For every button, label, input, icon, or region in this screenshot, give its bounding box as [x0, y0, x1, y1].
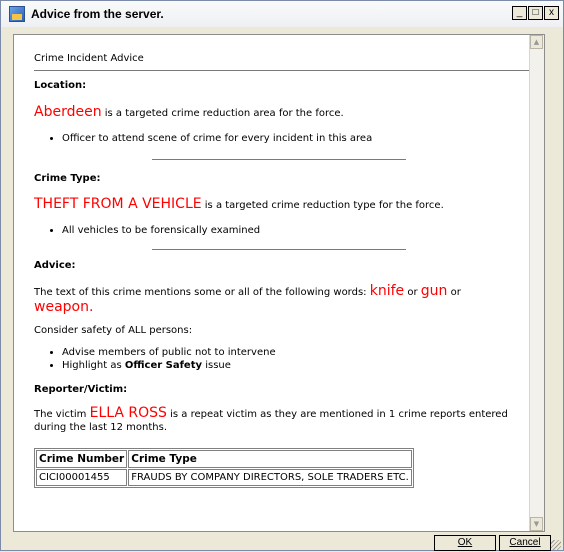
table-row: CICI00001455 FRAUDS BY COMPANY DIRECTORS…	[36, 469, 412, 486]
crime-number-cell: CICI00001455	[36, 469, 128, 486]
keyword-weapon: weapon	[34, 299, 89, 315]
keyword-period: .	[88, 299, 94, 315]
vertical-scrollbar[interactable]: ▲ ▼	[529, 35, 544, 531]
cancel-button[interactable]: Cancel	[499, 535, 551, 551]
crime-type-title: Crime Type:	[34, 173, 101, 184]
section-divider	[152, 159, 406, 160]
location-line: Aberdeen is a targeted crime reduction a…	[34, 104, 520, 120]
officer-safety-label: Officer Safety	[124, 360, 203, 371]
advice-consider: Consider safety of ALL persons:	[34, 325, 193, 336]
crime-type-text: is a targeted crime reduction type for t…	[204, 200, 444, 211]
reporter-pre: The victim	[34, 409, 87, 420]
advice-content-panel[interactable]: Crime Incident Advice Location: Aberdeen…	[13, 34, 545, 532]
table-header-row: Crime Number Crime Type	[36, 450, 412, 468]
location-bullets: Officer to attend scene of crime for eve…	[34, 132, 520, 145]
section-divider	[152, 249, 406, 250]
scroll-up-icon[interactable]: ▲	[530, 35, 543, 49]
reporter-line: The victim ELLA ROSS is a repeat victim …	[34, 405, 520, 434]
document-heading: Crime Incident Advice	[34, 53, 144, 64]
ok-button[interactable]: OK	[434, 535, 496, 551]
crime-type-bullets: All vehicles to be forensically examined	[34, 224, 520, 237]
app-icon	[9, 6, 25, 22]
advice-bullet-post: issue	[205, 360, 231, 371]
keyword-gun: gun	[420, 283, 448, 299]
advice-bullet-pre: Highlight as	[62, 360, 122, 371]
keyword-or: or	[407, 287, 418, 298]
window-controls: _ □ x	[511, 6, 559, 20]
advice-window: Advice from the server. _ □ x Crime Inci…	[0, 0, 564, 551]
crime-type-bullet: All vehicles to be forensically examined	[62, 224, 520, 237]
reporter-title: Reporter/Victim:	[34, 384, 128, 395]
heading-divider	[34, 70, 531, 71]
advice-bullets: Advise members of public not to interven…	[34, 346, 520, 372]
advice-bullet: Highlight as Officer Safety issue	[62, 359, 520, 372]
advice-document: Crime Incident Advice Location: Aberdeen…	[34, 53, 531, 488]
location-title: Location:	[34, 80, 87, 91]
keyword-or: or	[450, 287, 461, 298]
scroll-down-icon[interactable]: ▼	[530, 517, 543, 531]
resize-grip[interactable]	[551, 540, 561, 550]
crime-type-value: THEFT FROM A VEHICLE	[34, 196, 202, 212]
cancel-button-label: Cancel	[509, 537, 541, 548]
window-title: Advice from the server.	[31, 7, 164, 21]
location-bullet: Officer to attend scene of crime for eve…	[62, 132, 520, 145]
advice-words-line: The text of this crime mentions some or …	[34, 283, 520, 315]
title-bar[interactable]: Advice from the server. _ □ x	[1, 1, 563, 27]
crime-type-line: THEFT FROM A VEHICLE is a targeted crime…	[34, 196, 520, 212]
maximize-button[interactable]: □	[528, 6, 543, 20]
location-text: is a targeted crime reduction area for t…	[104, 108, 344, 119]
minimize-button[interactable]: _	[512, 6, 527, 20]
advice-title: Advice:	[34, 260, 76, 271]
dialog-footer: OK Cancel	[1, 532, 563, 552]
column-header: Crime Type	[128, 450, 412, 468]
advice-bullet: Advise members of public not to interven…	[62, 346, 520, 359]
column-header: Crime Number	[36, 450, 128, 468]
keyword-knife: knife	[369, 283, 405, 299]
crime-type-cell: FRAUDS BY COMPANY DIRECTORS, SOLE TRADER…	[128, 469, 412, 486]
ok-button-label: OK	[457, 537, 473, 548]
close-button[interactable]: x	[544, 6, 559, 20]
crime-reports-table: Crime Number Crime Type CICI00001455 FRA…	[34, 448, 414, 488]
victim-name: ELLA ROSS	[89, 405, 167, 421]
location-place: Aberdeen	[34, 104, 102, 120]
advice-intro: The text of this crime mentions some or …	[34, 287, 367, 298]
